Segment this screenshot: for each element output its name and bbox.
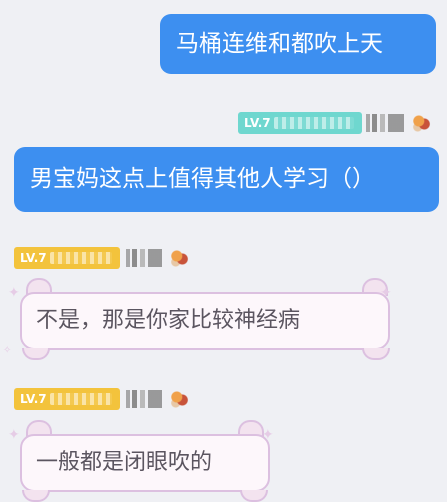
level-label: LV.7 (244, 116, 271, 130)
bubble-foot-decoration (362, 348, 390, 360)
sender-name-blurred (126, 249, 162, 267)
message-bubble-own[interactable]: 马桶连维和都吹上天 (160, 14, 436, 74)
star-decoration-icon: ✦ (8, 427, 20, 443)
avatar-emoji-icon (410, 112, 432, 132)
bubble-foot-decoration (22, 348, 50, 360)
message-bubble-cute[interactable]: 一般都是闭眼吹的 (20, 434, 270, 492)
star-decoration-icon: ✦ (8, 285, 20, 301)
star-decoration-icon: ✧ (3, 345, 12, 356)
avatar-emoji-icon (168, 247, 190, 267)
message-text: 不是，那是你家比较神经病 (36, 308, 301, 333)
message-text: 一般都是闭眼吹的 (36, 450, 213, 475)
level-tag: LV.7 (14, 247, 120, 269)
level-tag: LV.7 (14, 388, 120, 410)
message-bubble-cute[interactable]: 不是，那是你家比较神经病 (20, 292, 390, 350)
message-text: 马桶连维和都吹上天 (176, 31, 383, 57)
bubble-foot-decoration (240, 490, 268, 502)
sender-name-blurred (366, 114, 404, 132)
message-bubble[interactable]: 男宝妈这点上值得其他人学习（） (14, 147, 439, 212)
bubble-foot-decoration (22, 490, 50, 502)
sender-name-blurred (126, 390, 162, 408)
level-label: LV.7 (20, 392, 47, 406)
level-tag: LV.7 (238, 112, 362, 134)
message-text: 男宝妈这点上值得其他人学习（） (30, 166, 375, 192)
avatar-emoji-icon (168, 388, 190, 408)
level-label: LV.7 (20, 251, 47, 265)
